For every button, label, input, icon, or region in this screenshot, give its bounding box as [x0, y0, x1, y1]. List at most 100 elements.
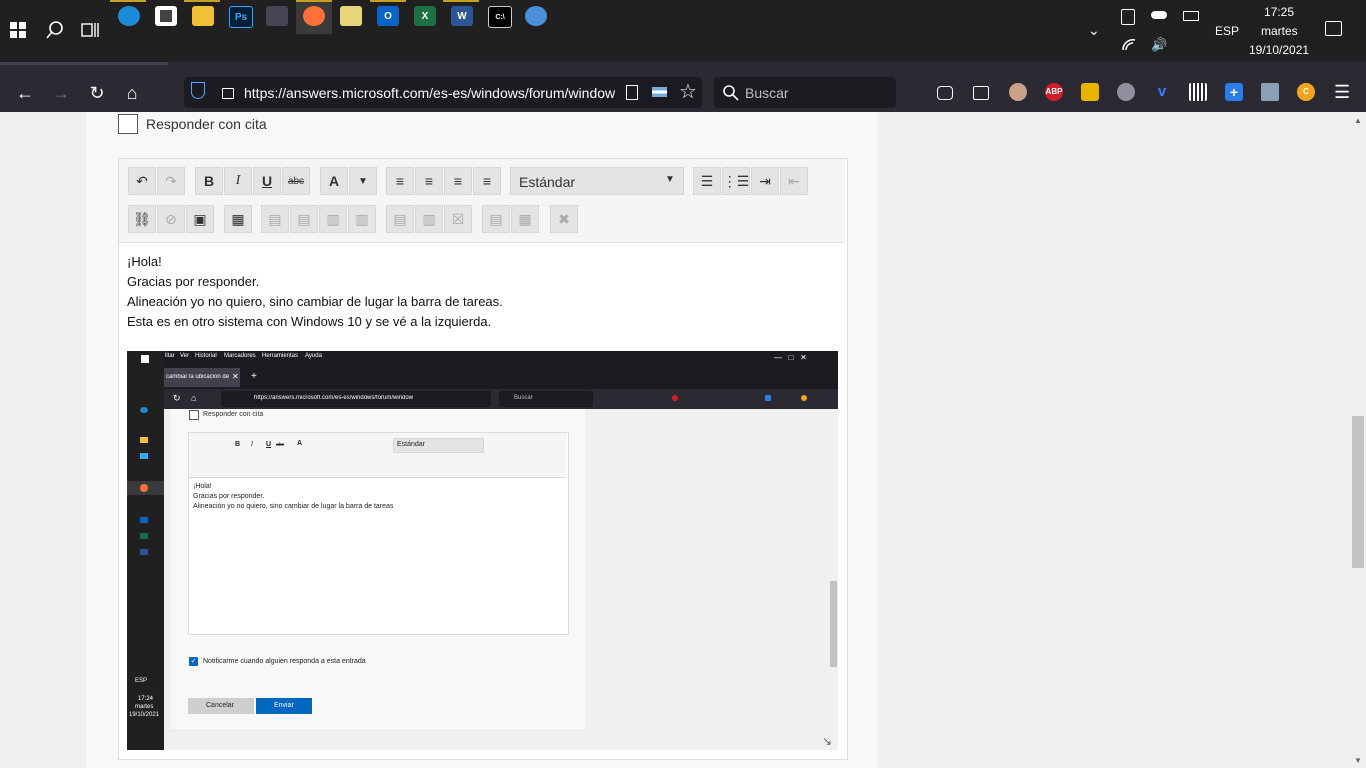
shot-explorer-icon	[140, 437, 148, 443]
embedded-screenshot[interactable]: ESP 17:24 martes 19/10/2021 litar Ver Hi…	[127, 351, 838, 750]
split-cells-icon: ▦	[518, 210, 532, 227]
shield-icon[interactable]	[191, 82, 205, 99]
underline-button[interactable]: U	[253, 167, 281, 195]
onedrive-icon[interactable]	[1151, 11, 1167, 19]
undo-button[interactable]: ↶	[128, 167, 156, 195]
align-left-button[interactable]: ≡	[386, 167, 414, 195]
volume-icon[interactable]: 🔊	[1151, 37, 1167, 53]
search-bar[interactable]: Buscar	[714, 77, 896, 108]
plus-extension-icon[interactable]: +	[1225, 83, 1243, 101]
edge-icon[interactable]	[118, 6, 140, 26]
row-above-button[interactable]: ▤	[261, 205, 289, 233]
url-text[interactable]: https://answers.microsoft.com/es-es/wind…	[244, 85, 616, 101]
image-button[interactable]: ▣	[186, 205, 214, 233]
quote-label: Responder con cita	[146, 116, 267, 132]
menu-icon[interactable]: ☰	[1334, 82, 1350, 103]
pocket-icon[interactable]	[937, 86, 953, 100]
vivaldi-extension-icon[interactable]: v	[1153, 83, 1171, 101]
battery-icon[interactable]	[1183, 11, 1199, 21]
app-icon[interactable]	[266, 6, 288, 26]
notifications-icon[interactable]	[1325, 21, 1342, 36]
caret-down-icon: ▼	[665, 174, 675, 185]
show-hidden-icons[interactable]: ⌄	[1088, 22, 1100, 39]
delete-row-button[interactable]: ▤	[386, 205, 414, 233]
scrollbar-thumb[interactable]	[1352, 416, 1364, 568]
shot-abp-icon	[672, 395, 678, 401]
column-right-button[interactable]: ▥	[348, 205, 376, 233]
clock-time[interactable]: 17:25	[1264, 5, 1294, 19]
bookmark-star-icon[interactable]: ☆	[679, 79, 697, 104]
italic-button[interactable]: I	[224, 167, 252, 195]
merge-cells-button[interactable]: ▤	[482, 205, 510, 233]
clock-date: 19/10/2021	[1249, 43, 1310, 57]
sidebar-icon[interactable]	[973, 86, 989, 100]
flag-icon[interactable]	[652, 87, 667, 97]
insert-table-button[interactable]: ▦	[224, 205, 252, 233]
reader-view-icon[interactable]	[626, 85, 638, 100]
clear-format-button[interactable]: ✖	[550, 205, 578, 233]
store-icon[interactable]	[155, 6, 177, 26]
forward-button[interactable]: →	[50, 82, 72, 104]
outdent-button[interactable]: ⇤	[780, 167, 808, 195]
start-button[interactable]	[10, 22, 26, 38]
font-color-button[interactable]: A	[320, 167, 348, 195]
shot-font-color-button: A	[297, 440, 303, 447]
font-color-dropdown[interactable]: ▼	[349, 167, 377, 195]
bullet-list-button[interactable]: ⋮☰	[722, 167, 750, 195]
reload-button[interactable]: ↻	[86, 82, 108, 104]
style-select[interactable]: Estándar ▼	[510, 167, 684, 195]
word-icon[interactable]: W	[451, 6, 473, 26]
redo-button[interactable]: ↷	[157, 167, 185, 195]
editor-line[interactable]: Alineación yo no quiero, sino cambiar de…	[127, 294, 503, 309]
split-cells-button[interactable]: ▦	[511, 205, 539, 233]
numbered-list-button[interactable]: ☰	[693, 167, 721, 195]
screenshot-extension-icon[interactable]	[1261, 83, 1279, 101]
home-button[interactable]: ⌂	[121, 82, 143, 104]
strikethrough-button[interactable]: abc	[282, 167, 310, 195]
phone-link-icon[interactable]	[1121, 9, 1135, 25]
file-explorer-icon[interactable]	[192, 6, 214, 26]
row-below-button[interactable]: ▤	[290, 205, 318, 233]
wifi-icon[interactable]	[1121, 38, 1137, 55]
quote-checkbox[interactable]	[118, 114, 138, 134]
link-button[interactable]: ⛓	[128, 205, 156, 233]
shot-menu-help: Ayuda	[305, 353, 322, 359]
back-button[interactable]: ←	[14, 82, 36, 104]
crosshair-extension-icon[interactable]	[1117, 83, 1135, 101]
outlook-icon[interactable]: O	[377, 6, 399, 26]
editor-line[interactable]: ¡Hola!	[127, 254, 162, 269]
taskbar: Ps O X W C:\ ⌄ 🔊 ESP 17:25 martes 19/10/…	[0, 0, 1366, 62]
scroll-down-icon[interactable]: ▼	[1354, 756, 1362, 765]
shot-date: 19/10/2021	[129, 712, 160, 718]
bold-button[interactable]: B	[195, 167, 223, 195]
paint-icon[interactable]	[525, 6, 547, 26]
notes-icon[interactable]	[340, 6, 362, 26]
table-column-icon: ▥	[355, 210, 369, 227]
url-bar[interactable]: https://answers.microsoft.com/es-es/wind…	[184, 77, 702, 108]
editor-line[interactable]: Gracias por responder.	[127, 274, 259, 289]
c-extension-icon[interactable]: C	[1297, 83, 1315, 101]
shot-menu-edit: litar	[165, 353, 175, 359]
unlink-button[interactable]: ⊘	[157, 205, 185, 233]
excel-icon[interactable]: X	[414, 6, 436, 26]
delete-table-button[interactable]: ☒	[444, 205, 472, 233]
pencil-extension-icon[interactable]	[1081, 83, 1099, 101]
align-center-button[interactable]: ≡	[415, 167, 443, 195]
lock-icon[interactable]	[222, 88, 234, 99]
align-right-button[interactable]: ≡	[444, 167, 472, 195]
firefox-icon[interactable]	[303, 6, 325, 26]
scroll-up-icon[interactable]: ▲	[1354, 116, 1362, 125]
bars-extension-icon[interactable]	[1189, 83, 1207, 101]
indent-button[interactable]: ⇥	[751, 167, 779, 195]
adblock-plus-icon[interactable]: ABP	[1045, 83, 1063, 101]
align-justify-button[interactable]: ≡	[473, 167, 501, 195]
language-indicator[interactable]: ESP	[1215, 24, 1239, 38]
task-view-button[interactable]	[80, 20, 100, 40]
photoshop-icon[interactable]: Ps	[229, 6, 253, 28]
terminal-icon[interactable]: C:\	[488, 6, 512, 28]
search-button[interactable]	[45, 20, 65, 40]
profile-avatar[interactable]	[1009, 83, 1027, 101]
column-left-button[interactable]: ▥	[319, 205, 347, 233]
delete-column-button[interactable]: ▥	[415, 205, 443, 233]
editor-line[interactable]: Esta es en otro sistema con Windows 10 y…	[127, 314, 491, 329]
